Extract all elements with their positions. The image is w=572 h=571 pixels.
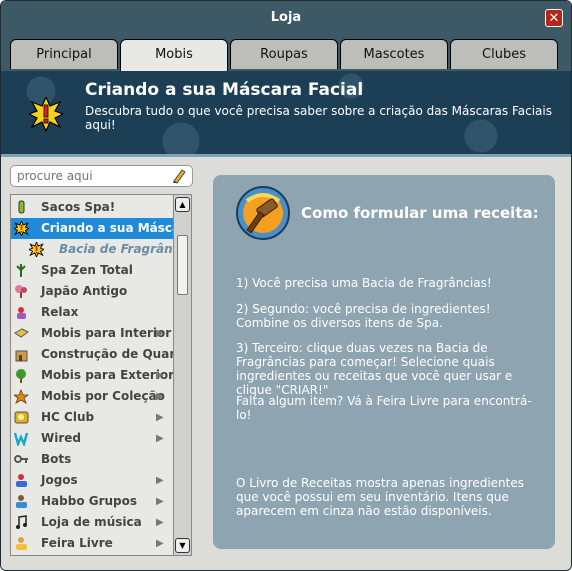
category-scrollbar[interactable]: ▲ ▼	[173, 195, 191, 555]
sidebar-item-jogos[interactable]: Jogos ▶	[11, 470, 173, 491]
relax-icon	[17, 307, 26, 319]
sidebar-item-relax[interactable]: Relax	[11, 302, 173, 323]
sidebar-item-label: Mobis por Coleção	[41, 389, 165, 403]
plant-icon	[16, 264, 26, 277]
market-icon	[16, 537, 27, 550]
scroll-down-button[interactable]: ▼	[175, 538, 190, 553]
banner-title: Criando a sua Máscara Facial	[85, 80, 364, 100]
sidebar-item-hc-club[interactable]: HC Club ▶	[11, 407, 173, 428]
category-list: Sacos Spa! Criando a sua Máscara Facial …	[10, 194, 192, 556]
chevron-right-icon: ▶	[156, 517, 164, 528]
sidebar-item-label: Japão Antigo	[41, 284, 128, 298]
panel-title: Como formular uma receita:	[301, 204, 539, 222]
sidebar-item-mobis-exterior[interactable]: Mobis para Exterior ▶	[11, 365, 173, 386]
panel-step-2: 2) Segundo: você precisa de ingredientes…	[236, 302, 491, 330]
sidebar-item-label: Loja de música	[41, 515, 142, 529]
sidebar-item-label: Feira Livre	[41, 536, 113, 550]
exclamation-burst-icon	[29, 242, 44, 257]
chevron-right-icon: ▶	[156, 496, 164, 507]
key-icon	[14, 455, 28, 463]
sidebar-item-label: Relax	[41, 305, 79, 319]
search-input[interactable]	[17, 168, 167, 184]
catalog-content: Sacos Spa! Criando a sua Máscara Facial …	[1, 157, 571, 570]
scroll-up-button[interactable]: ▲	[175, 197, 190, 212]
sidebar-item-label: Spa Zen Total	[41, 263, 133, 277]
sidebar-item-label: Criando a sua Máscara Facial	[41, 221, 173, 235]
sidebar-item-loja-musica[interactable]: Loja de música ▶	[11, 512, 173, 533]
hammer-icon	[236, 186, 290, 240]
sidebar-item-wired[interactable]: Wired ▶	[11, 428, 173, 449]
pencil-icon[interactable]	[171, 168, 187, 184]
hc-icon	[14, 411, 29, 424]
spa-bag-icon	[18, 200, 25, 214]
sidebar-item-bacia-fragrancias[interactable]: Bacia de Fragrâncias	[11, 239, 173, 260]
sidebar-item-label: Construção de Quartos	[41, 347, 173, 361]
sidebar-item-label: Mobis para Interior	[41, 326, 172, 340]
info-panel: Como formular uma receita: 1) Você preci…	[213, 175, 555, 549]
sidebar-item-label: HC Club	[41, 410, 95, 424]
tab-mascotes[interactable]: Mascotes	[340, 39, 448, 69]
sidebar-item-label: Sacos Spa!	[41, 200, 116, 214]
sofa-icon	[14, 328, 29, 338]
chevron-right-icon: ▶	[156, 391, 164, 402]
chevron-right-icon: ▶	[156, 328, 164, 339]
close-button[interactable]: ✕	[545, 9, 563, 27]
catalog-window: Loja ✕ Principal Mobis Roupas Mascotes C…	[0, 0, 572, 571]
sidebar-item-habbo-grupos[interactable]: Habbo Grupos ▶	[11, 491, 173, 512]
group-icon	[16, 495, 27, 508]
music-note-icon	[16, 515, 27, 529]
chevron-right-icon: ▶	[156, 475, 164, 486]
panel-footer-note: O Livro de Receitas mostra apenas ingred…	[236, 476, 524, 518]
tab-principal[interactable]: Principal	[10, 39, 118, 69]
panel-step-3: 3) Terceiro: clique duas vezes na Bacia …	[236, 341, 513, 397]
tab-roupas[interactable]: Roupas	[230, 39, 338, 69]
panel-hint: Falta algum item? Vá à Feira Livre para …	[236, 394, 532, 422]
sidebar-item-label: Bacia de Fragrâncias	[59, 242, 173, 256]
sidebar-item-criando-mascara[interactable]: Criando a sua Máscara Facial	[11, 218, 173, 239]
sidebar-item-label: Mobis para Exterior	[41, 368, 173, 382]
sidebar-item-label: Bots	[41, 452, 72, 466]
game-icon	[16, 474, 27, 487]
tab-clubes[interactable]: Clubes	[450, 39, 558, 69]
sidebar-item-construcao-quartos[interactable]: Construção de Quartos	[11, 344, 173, 365]
exclamation-burst-icon	[29, 97, 63, 131]
tab-bar: Principal Mobis Roupas Mascotes Clubes	[1, 35, 571, 72]
bonsai-icon	[15, 285, 27, 298]
titlebar[interactable]: Loja ✕	[1, 1, 571, 35]
exclamation-burst-icon	[14, 221, 29, 236]
tab-mobis[interactable]: Mobis	[120, 39, 228, 72]
chevron-right-icon: ▶	[156, 433, 164, 444]
window-title: Loja	[270, 10, 302, 25]
banner-subtitle: Descubra tudo o que você precisa saber s…	[85, 104, 552, 132]
building-icon	[15, 350, 28, 362]
sidebar-item-feira-livre[interactable]: Feira Livre ▶	[11, 533, 173, 554]
sidebar-item-label: Habbo Grupos	[41, 494, 138, 508]
search-box	[10, 165, 193, 187]
chevron-right-icon: ▶	[156, 538, 164, 549]
star-icon	[14, 389, 29, 404]
scroll-thumb[interactable]	[177, 235, 188, 295]
sidebar-item-bots[interactable]: Bots	[11, 449, 173, 470]
page-header-banner: Criando a sua Máscara Facial Descubra tu…	[1, 71, 571, 157]
sidebar-item-spa-zen-total[interactable]: Spa Zen Total	[11, 260, 173, 281]
sidebar-item-mobis-colecao[interactable]: Mobis por Coleção ▶	[11, 386, 173, 407]
close-icon: ✕	[548, 11, 560, 26]
sidebar-item-sacos-spa[interactable]: Sacos Spa!	[11, 197, 173, 218]
sidebar-item-mobis-interior[interactable]: Mobis para Interior ▶	[11, 323, 173, 344]
panel-step-1: 1) Você precisa uma Bacia de Fragrâncias…	[236, 276, 492, 290]
tree-icon	[16, 369, 26, 383]
sidebar-item-label: Wired	[41, 431, 81, 445]
chevron-right-icon: ▶	[156, 370, 164, 381]
sidebar-item-japao-antigo[interactable]: Japão Antigo	[11, 281, 173, 302]
wired-icon	[14, 432, 29, 446]
sidebar-item-label: Jogos	[41, 473, 78, 487]
chevron-right-icon: ▶	[156, 412, 164, 423]
